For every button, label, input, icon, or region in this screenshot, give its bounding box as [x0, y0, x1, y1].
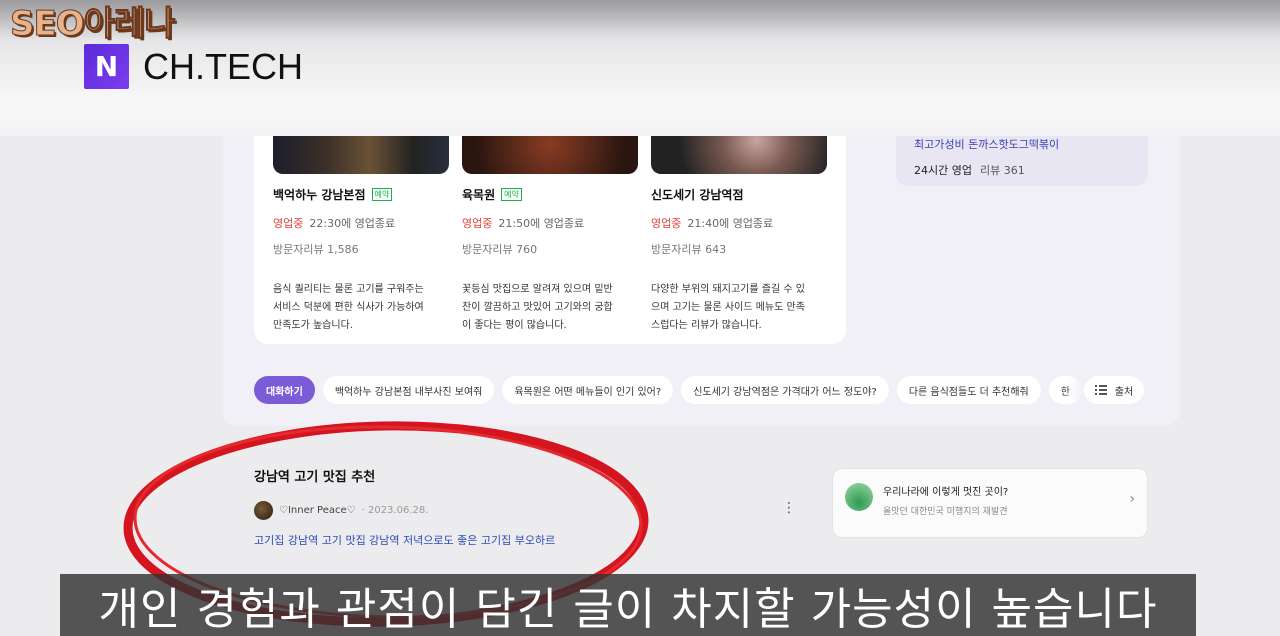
visitor-reviews[interactable]: 방문자리뷰 1,586	[273, 241, 451, 257]
reservation-badge: 예약	[501, 188, 522, 201]
more-options-icon[interactable]: ⋮	[782, 500, 796, 516]
brand-text: CH.TECH	[143, 45, 303, 87]
restaurant-summary: 꽃등심 맛집으로 알려져 있으며 밑반 찬이 깔끔하고 맛있어 고기와의 궁합 …	[462, 281, 640, 335]
channel-watermark: SEO아레나	[9, 4, 175, 45]
open-status: 영업중	[273, 217, 304, 230]
promo-text: 우리나라에 이렇게 멋진 곳이? 올맛던 대한민국 미행지의 재발견	[883, 483, 1008, 517]
summary-line: 만족도가 높습니다.	[273, 320, 353, 331]
closing-time: 21:40에 영업종료	[687, 217, 774, 230]
restaurant-photo[interactable]	[462, 136, 638, 174]
avatar[interactable]	[254, 501, 273, 520]
open-status: 영업중	[651, 217, 682, 230]
side-card-title[interactable]: 최고가성비 돈까스핫도그떡볶이	[914, 136, 1130, 152]
promo-subtitle: 올맛던 대한민국 미행지의 재발견	[883, 507, 1008, 517]
brand-header: N CH.TECH	[84, 44, 303, 89]
result-snippet[interactable]: 고기집 강남역 고기 맛집 강남역 저녁으로도 좋은 고기집 부오하르	[254, 532, 814, 545]
author-row[interactable]: ♡Inner Peace♡ · 2023.06.28.	[254, 501, 814, 520]
side-card-hours: 24시간 영업	[914, 164, 972, 177]
business-hours: 영업중 22:30에 영업종료	[273, 215, 451, 231]
suggestion-chip[interactable]: 육목원은 어떤 메뉴들이 인기 있어?	[502, 376, 674, 404]
restaurant-card[interactable]: 백억하누 강남본점 예약 영업중 22:30에 영업종료 방문자리뷰 1,586 …	[273, 136, 451, 335]
business-hours: 영업중 21:40에 영업종료	[651, 215, 829, 231]
caption-text: 개인 경험과 관점이 담긴 글이 차지할 가능성이 높습니다	[98, 584, 1158, 635]
blog-result: 강남역 고기 맛집 추천 ♡Inner Peace♡ · 2023.06.28.…	[254, 466, 814, 545]
restaurant-summary: 음식 퀄리티는 물론 고기를 구워주는 서비스 덕분에 편한 식사가 가능하여 …	[273, 281, 451, 335]
author-name[interactable]: ♡Inner Peace♡	[279, 505, 356, 516]
suggestion-chip[interactable]: 한	[1048, 376, 1082, 404]
open-status: 영업중	[462, 217, 493, 230]
reservation-badge: 예약	[371, 188, 393, 201]
caption-bar: 개인 경험과 관점이 담긴 글이 차지할 가능성이 높습니다	[60, 574, 1196, 636]
restaurant-name[interactable]: 신도세기 강남역점	[651, 186, 829, 203]
suggestion-chips: 대화하기 백억하누 강남본점 내부사진 보여줘 육목원은 어떤 메뉴들이 인기 …	[254, 376, 1082, 404]
summary-line: 서비스 덕분에 편한 식사가 가능하여	[273, 302, 424, 313]
restaurant-photo[interactable]	[651, 136, 827, 174]
suggestion-chip[interactable]: 백억하누 강남본점 내부사진 보여줘	[322, 376, 495, 404]
restaurant-summary: 다양한 부위의 돼지고기를 즐길 수 있 으며 고기는 물론 사이드 메뉴도 만…	[651, 281, 829, 335]
visitor-reviews[interactable]: 방문자리뷰 760	[462, 241, 640, 257]
mountain-icon	[845, 483, 873, 511]
suggestion-chip[interactable]: 다른 음식점들도 더 추천해줘	[896, 376, 1041, 404]
summary-line: 으며 고기는 물론 사이드 메뉴도 만족	[651, 302, 805, 313]
chat-button[interactable]: 대화하기	[254, 376, 315, 404]
visitor-reviews[interactable]: 방문자리뷰 643	[651, 241, 829, 257]
promo-card[interactable]: 우리나라에 이렇게 멋진 곳이? 올맛던 대한민국 미행지의 재발견 ›	[832, 468, 1148, 538]
side-card-reviews: 리뷰 361	[979, 164, 1025, 177]
summary-line: 꽃등심 맛집으로 알려져 있으며 밑반	[462, 284, 613, 295]
closing-time: 21:50에 영업종료	[498, 217, 585, 230]
summary-line: 다양한 부위의 돼지고기를 즐길 수 있	[651, 284, 805, 295]
chevron-right-icon[interactable]: ›	[1129, 491, 1135, 507]
post-date: · 2023.06.28.	[361, 505, 429, 516]
summary-line: 음식 퀄리티는 물론 고기를 구워주는	[273, 284, 424, 295]
summary-line: 찬이 깔끔하고 맛있어 고기와의 궁합	[462, 302, 613, 313]
summary-line: 이 좋다는 평이 많습니다.	[462, 320, 567, 331]
restaurant-name[interactable]: 육목원 예약	[462, 186, 640, 203]
side-restaurant-card[interactable]: 최고가성비 돈까스핫도그떡볶이 24시간 영업 리뷰 361	[896, 136, 1148, 186]
business-hours: 영업중 21:50에 영업종료	[462, 215, 640, 231]
restaurant-photo[interactable]	[273, 136, 449, 174]
sources-button[interactable]: 출처	[1084, 376, 1144, 404]
summary-line: 스럽다는 리뷰가 많습니다.	[651, 320, 762, 331]
naver-logo-icon: N	[84, 44, 129, 89]
promo-title: 우리나라에 이렇게 멋진 곳이?	[883, 487, 1009, 498]
sources-label: 출처	[1114, 386, 1134, 398]
restaurant-name-text: 백억하누 강남본점	[273, 188, 366, 202]
side-card-meta: 24시간 영업 리뷰 361	[914, 162, 1130, 178]
restaurant-name-text: 신도세기 강남역점	[651, 188, 744, 202]
closing-time: 22:30에 영업종료	[309, 217, 396, 230]
result-title[interactable]: 강남역 고기 맛집 추천	[254, 466, 814, 485]
list-icon	[1094, 385, 1107, 395]
restaurant-card[interactable]: 신도세기 강남역점 영업중 21:40에 영업종료 방문자리뷰 643 다양한 부…	[651, 136, 829, 335]
restaurant-name-text: 육목원	[462, 188, 496, 202]
suggestion-chip[interactable]: 신도세기 강남역점은 가격대가 어느 정도야?	[681, 376, 889, 404]
post-date-text: 2023.06.28.	[367, 505, 429, 516]
restaurant-card[interactable]: 육목원 예약 영업중 21:50에 영업종료 방문자리뷰 760 꽃등심 맛집으로…	[462, 136, 640, 335]
restaurant-name[interactable]: 백억하누 강남본점 예약	[273, 186, 451, 203]
